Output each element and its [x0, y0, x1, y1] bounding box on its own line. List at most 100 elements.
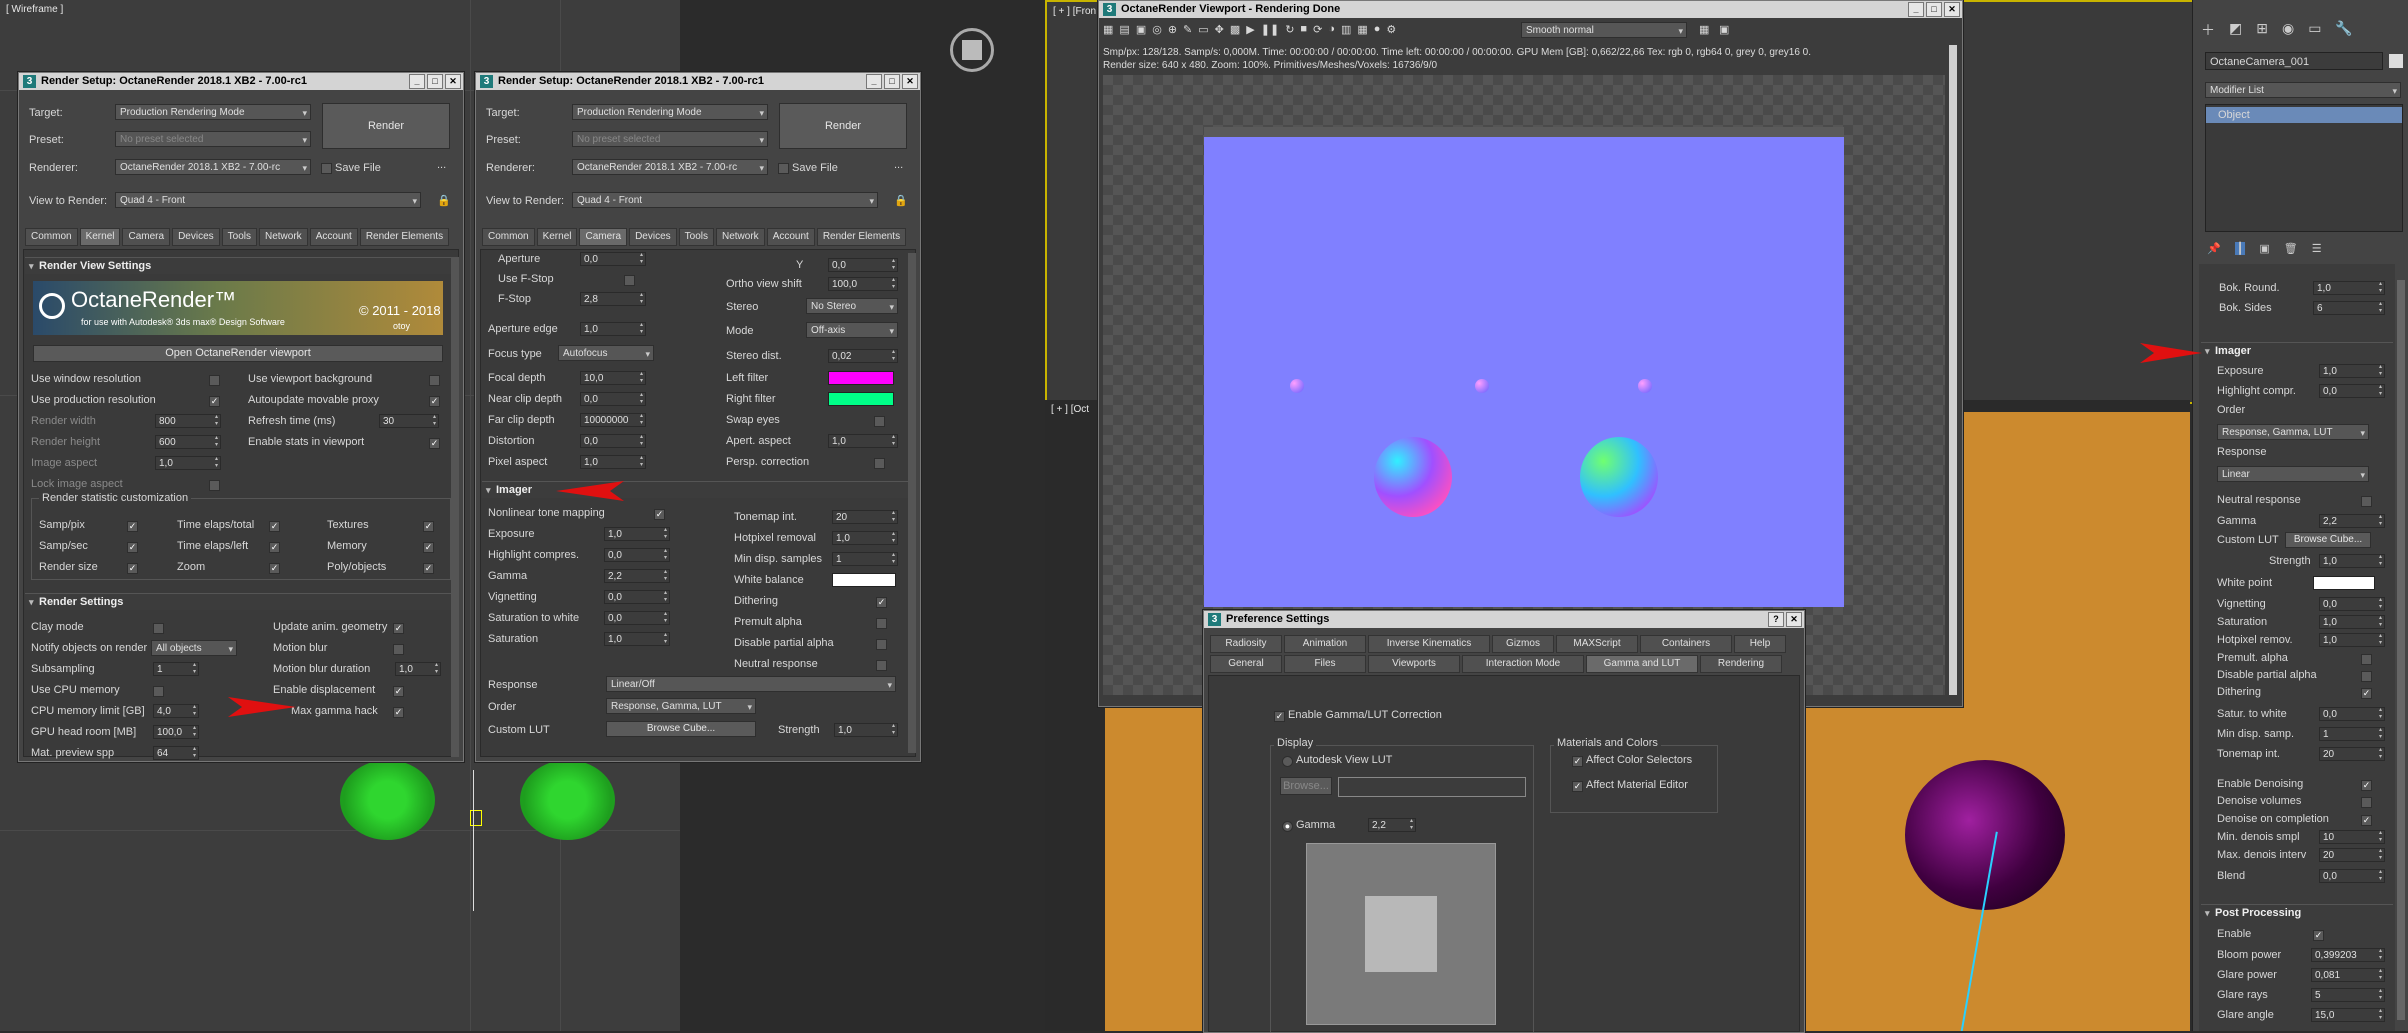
tonemap-spinner[interactable]: 20 — [2319, 747, 2385, 761]
affect-color-checkbox[interactable]: ✓ — [1572, 756, 1583, 767]
max-gamma-hack-checkbox[interactable]: ✓ — [393, 707, 404, 718]
maximize-button[interactable]: □ — [427, 74, 443, 89]
stat-time-left-checkbox[interactable]: ✓ — [269, 542, 280, 553]
object-color-swatch[interactable] — [2389, 54, 2403, 68]
affect-material-checkbox[interactable]: ✓ — [1572, 781, 1583, 792]
response-dropdown[interactable]: Linear — [2217, 466, 2369, 482]
hotpixel-spinner[interactable]: 1,0 — [2319, 633, 2385, 647]
ball-icon[interactable]: ● — [1374, 23, 1381, 36]
mat-preview-spinner[interactable]: 64 — [153, 746, 199, 760]
scrollbar[interactable] — [2397, 280, 2405, 1020]
help-button[interactable]: ? — [1768, 612, 1784, 627]
window-title-bar[interactable]: 3 OctaneRender Viewport - Rendering Done … — [1099, 1, 1962, 18]
disable-partial-checkbox[interactable] — [876, 639, 887, 650]
tonemap-int-spinner[interactable]: 20 — [832, 510, 898, 524]
stat-samp-pix-checkbox[interactable]: ✓ — [127, 521, 138, 532]
render-canvas[interactable] — [1103, 75, 1945, 695]
scrollbar[interactable] — [908, 253, 916, 753]
bloom-spinner[interactable]: 0,399203 — [2311, 948, 2385, 962]
pixel-aspect-spinner[interactable]: 1,0 — [580, 455, 646, 469]
clipboard-icon[interactable]: ▤ — [1119, 23, 1129, 36]
scrollbar[interactable] — [451, 257, 459, 757]
post-processing-header[interactable]: Post Processing — [2201, 904, 2393, 921]
view-dropdown[interactable]: Quad 4 - Front — [115, 192, 421, 208]
min-denois-spinner[interactable]: 10 — [2319, 830, 2385, 844]
display-icon[interactable]: ▭ — [2308, 20, 2321, 40]
modifier-list-dropdown[interactable]: Modifier List — [2205, 82, 2401, 98]
render-width-spinner[interactable]: 800 — [155, 414, 221, 428]
create-icon[interactable]: ＋ — [2201, 20, 2215, 40]
lock-icon[interactable]: 🔒 — [437, 194, 451, 207]
mode-dropdown[interactable]: Off-axis — [806, 322, 898, 338]
target-icon[interactable]: ◎ — [1152, 23, 1162, 36]
scrollbar[interactable] — [1949, 45, 1957, 695]
sync-icon[interactable]: ⟳ — [1313, 23, 1322, 36]
tab-radiosity[interactable]: Radiosity — [1210, 635, 1282, 653]
modifier-stack[interactable]: Object — [2205, 104, 2403, 232]
distortion-spinner[interactable]: 0,0 — [580, 434, 646, 448]
make-unique-icon[interactable]: ▣ — [2259, 242, 2269, 255]
stop-icon[interactable]: ■ — [1300, 23, 1307, 36]
viewport-label[interactable]: [ Wireframe ] — [6, 4, 63, 15]
minimize-button[interactable]: _ — [1908, 2, 1924, 17]
tab-help[interactable]: Help — [1734, 635, 1786, 653]
tab-network[interactable]: Network — [259, 228, 308, 246]
stat-textures-checkbox[interactable]: ✓ — [423, 521, 434, 532]
tab-animation[interactable]: Animation — [1284, 635, 1366, 653]
tab-render-elements[interactable]: Render Elements — [359, 228, 450, 246]
neutral-checkbox[interactable] — [876, 660, 887, 671]
saturation-spinner[interactable]: 1,0 — [604, 632, 670, 646]
maximize-button[interactable]: □ — [884, 74, 900, 89]
motion-blur-duration-spinner[interactable]: 1,0 — [395, 662, 441, 676]
film-icon[interactable]: ▦ — [1357, 23, 1367, 36]
nonlinear-checkbox[interactable]: ✓ — [654, 509, 665, 520]
aperture-edge-spinner[interactable]: 1,0 — [580, 322, 646, 336]
viewport-label[interactable]: [ + ] [Fron — [1053, 6, 1096, 17]
gpu-headroom-spinner[interactable]: 100,0 — [153, 725, 199, 739]
tab-tools[interactable]: Tools — [221, 228, 257, 246]
close-button[interactable]: ✕ — [1786, 612, 1802, 627]
vignetting-spinner[interactable]: 0,0 — [604, 590, 670, 604]
viewport-label[interactable]: [ + ] [Oct — [1051, 404, 1089, 415]
restart-icon[interactable]: ↻ — [1285, 23, 1294, 36]
neutral-checkbox[interactable] — [2361, 496, 2372, 507]
saturation-spinner[interactable]: 1,0 — [2319, 615, 2385, 629]
refresh-time-spinner[interactable]: 30 — [379, 414, 439, 428]
stat-memory-checkbox[interactable]: ✓ — [423, 542, 434, 553]
stat-samp-sec-checkbox[interactable]: ✓ — [127, 542, 138, 553]
disable-partial-checkbox[interactable] — [2361, 671, 2372, 682]
stat-zoom-checkbox[interactable]: ✓ — [269, 563, 280, 574]
renderer-dropdown[interactable]: OctaneRender 2018.1 XB2 - 7.00-rc — [115, 159, 311, 175]
minimize-button[interactable]: _ — [866, 74, 882, 89]
focal-depth-spinner[interactable]: 10,0 — [580, 371, 646, 385]
tab-containers[interactable]: Containers — [1640, 635, 1732, 653]
move-icon[interactable]: ✥ — [1215, 23, 1224, 36]
stat-poly-checkbox[interactable]: ✓ — [423, 563, 434, 574]
enable-gamma-checkbox[interactable]: ✓ — [1274, 711, 1285, 722]
strength-spinner[interactable]: 1,0 — [834, 723, 898, 737]
highlight-spinner[interactable]: 0,0 — [2319, 384, 2385, 398]
gamma-radio[interactable]: ● — [1282, 821, 1293, 832]
use-viewport-background-checkbox[interactable] — [429, 375, 440, 386]
utilities-icon[interactable]: 🔧 — [2335, 20, 2352, 40]
left-filter-swatch[interactable] — [828, 371, 894, 385]
update-anim-checkbox[interactable]: ✓ — [393, 623, 404, 634]
tab-viewports[interactable]: Viewports — [1368, 655, 1460, 673]
right-filter-swatch[interactable] — [828, 392, 894, 406]
vignetting-spinner[interactable]: 0,0 — [2319, 597, 2385, 611]
max-denois-spinner[interactable]: 20 — [2319, 848, 2385, 862]
dithering-checkbox[interactable]: ✓ — [2361, 688, 2372, 699]
browse-cube-button[interactable]: Browse Cube... — [2285, 532, 2371, 548]
tab-general[interactable]: General — [1210, 655, 1282, 673]
pin-icon[interactable]: 📌 — [2207, 242, 2221, 255]
target-dropdown[interactable]: Production Rendering Mode — [572, 104, 768, 120]
render-setup-window-camera[interactable]: 3 Render Setup: OctaneRender 2018.1 XB2 -… — [475, 72, 921, 762]
persp-correction-checkbox[interactable] — [874, 458, 885, 469]
display-icon[interactable]: ▥ — [1341, 23, 1351, 36]
glare-angle-spinner[interactable]: 15,0 — [2311, 1008, 2385, 1022]
tab-common[interactable]: Common — [25, 228, 78, 246]
stack-item[interactable]: Object — [2206, 107, 2402, 123]
tab-kernel[interactable]: Kernel — [536, 228, 578, 246]
use-fstop-checkbox[interactable] — [624, 275, 635, 286]
motion-blur-checkbox[interactable] — [393, 644, 404, 655]
